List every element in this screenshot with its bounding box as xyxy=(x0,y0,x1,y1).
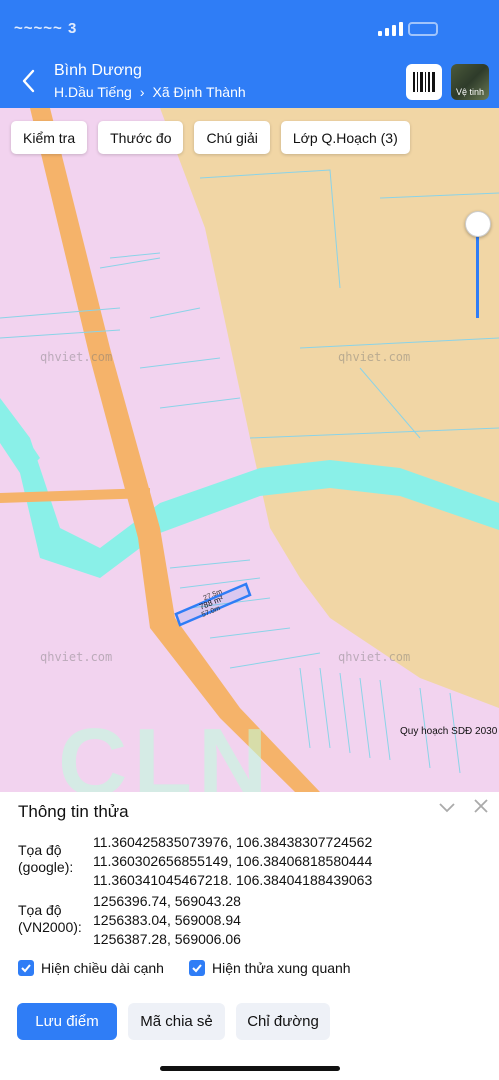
opacity-slider-track[interactable] xyxy=(476,226,479,318)
checkbox-label: Hiện chiều dài cạnh xyxy=(41,960,164,976)
breadcrumb-district[interactable]: H.Dầu Tiếng xyxy=(54,84,132,100)
checkbox-label: Hiện thửa xung quanh xyxy=(212,960,351,976)
vn2000-coords-list[interactable]: 1256396.74, 569043.28 1256383.04, 569008… xyxy=(93,892,413,946)
header-bar: Bình Dương H.Dầu Tiếng › Xã Định Thành V… xyxy=(0,56,499,108)
vn2000-coords-label: Tọa độ (VN2000): xyxy=(18,902,82,935)
chevron-left-icon xyxy=(22,69,35,93)
google-coords-list[interactable]: 11.360425835073976, 106.38438307724562 1… xyxy=(93,833,413,885)
coord-row: 11.360302656855149, 106.38406818580444 xyxy=(93,853,373,869)
coord-row: 1256387.28, 569006.06 xyxy=(93,931,241,946)
status-bar: ~~~~~ 3 xyxy=(0,0,499,56)
google-coords-label: Tọa độ (google): xyxy=(18,842,74,875)
satellite-toggle[interactable]: Vệ tinh xyxy=(451,64,489,100)
check-button[interactable]: Kiểm tra xyxy=(11,121,88,154)
watermark: qhviet.com xyxy=(338,350,411,364)
zone-code-label: CLN xyxy=(58,709,274,792)
legend-button[interactable]: Chú giải xyxy=(194,121,270,154)
breadcrumb-commune[interactable]: Xã Định Thành xyxy=(153,84,246,100)
coord-row: 1256383.04, 569008.94 xyxy=(93,912,241,928)
watermark: qhviet.com xyxy=(338,650,411,664)
checkbox-checked-icon xyxy=(189,960,205,976)
coord-row: 11.360425835073976, 106.38438307724562 xyxy=(93,834,373,850)
map-view[interactable]: 27.5m 788 m² 57.0m CLN qhviet.com qhviet… xyxy=(0,108,499,792)
back-button[interactable] xyxy=(14,66,44,96)
show-nearby-parcels-checkbox[interactable]: Hiện thửa xung quanh xyxy=(189,960,351,976)
province-title: Bình Dương xyxy=(54,62,142,79)
share-code-button[interactable]: Mã chia sẻ xyxy=(128,1003,225,1040)
app-screen: ~~~~~ 3 Bình Dương H.Dầu Tiếng › Xã Định… xyxy=(0,0,499,1080)
collapse-button[interactable] xyxy=(438,800,456,819)
carrier-text: ~~~~~ 3 xyxy=(14,20,78,37)
chevron-down-icon xyxy=(439,803,455,813)
coord-row: 11.360341045467218, 106.38404188439063 xyxy=(93,872,373,885)
watermark: qhviet.com xyxy=(40,350,113,364)
watermark: qhviet.com xyxy=(40,650,113,664)
battery-icon xyxy=(408,22,438,36)
home-indicator[interactable] xyxy=(160,1066,340,1071)
opacity-slider-handle[interactable] xyxy=(465,211,491,237)
directions-button[interactable]: Chỉ đường xyxy=(236,1003,330,1040)
plan-label: Quy hoạch SDĐ 2030 xyxy=(400,726,498,737)
show-edge-length-checkbox[interactable]: Hiện chiều dài cạnh xyxy=(18,960,164,976)
save-point-button[interactable]: Lưu điểm xyxy=(17,1003,117,1040)
coord-row: 1256396.74, 569043.28 xyxy=(93,893,241,909)
layers-button[interactable]: Lớp Q.Hoạch (3) xyxy=(280,121,410,154)
breadcrumb-separator: › xyxy=(139,84,145,100)
map-toolbar: Kiểm tra Thước đo Chú giải Lớp Q.Hoạch (… xyxy=(11,121,410,154)
barcode-icon xyxy=(413,72,435,92)
measure-button[interactable]: Thước đo xyxy=(98,121,184,154)
close-button[interactable] xyxy=(473,798,489,819)
map-canvas: 27.5m 788 m² 57.0m xyxy=(0,108,499,792)
checkbox-checked-icon xyxy=(18,960,34,976)
barcode-button[interactable] xyxy=(406,64,442,100)
parcel-info-panel: Thông tin thửa Tọa độ (google): 11.36042… xyxy=(0,792,499,1080)
signal-icon xyxy=(378,22,403,36)
satellite-label: Vệ tinh xyxy=(455,87,485,97)
breadcrumb: H.Dầu Tiếng › Xã Định Thành xyxy=(54,84,246,100)
panel-title: Thông tin thửa xyxy=(18,802,129,821)
close-icon xyxy=(474,799,488,813)
